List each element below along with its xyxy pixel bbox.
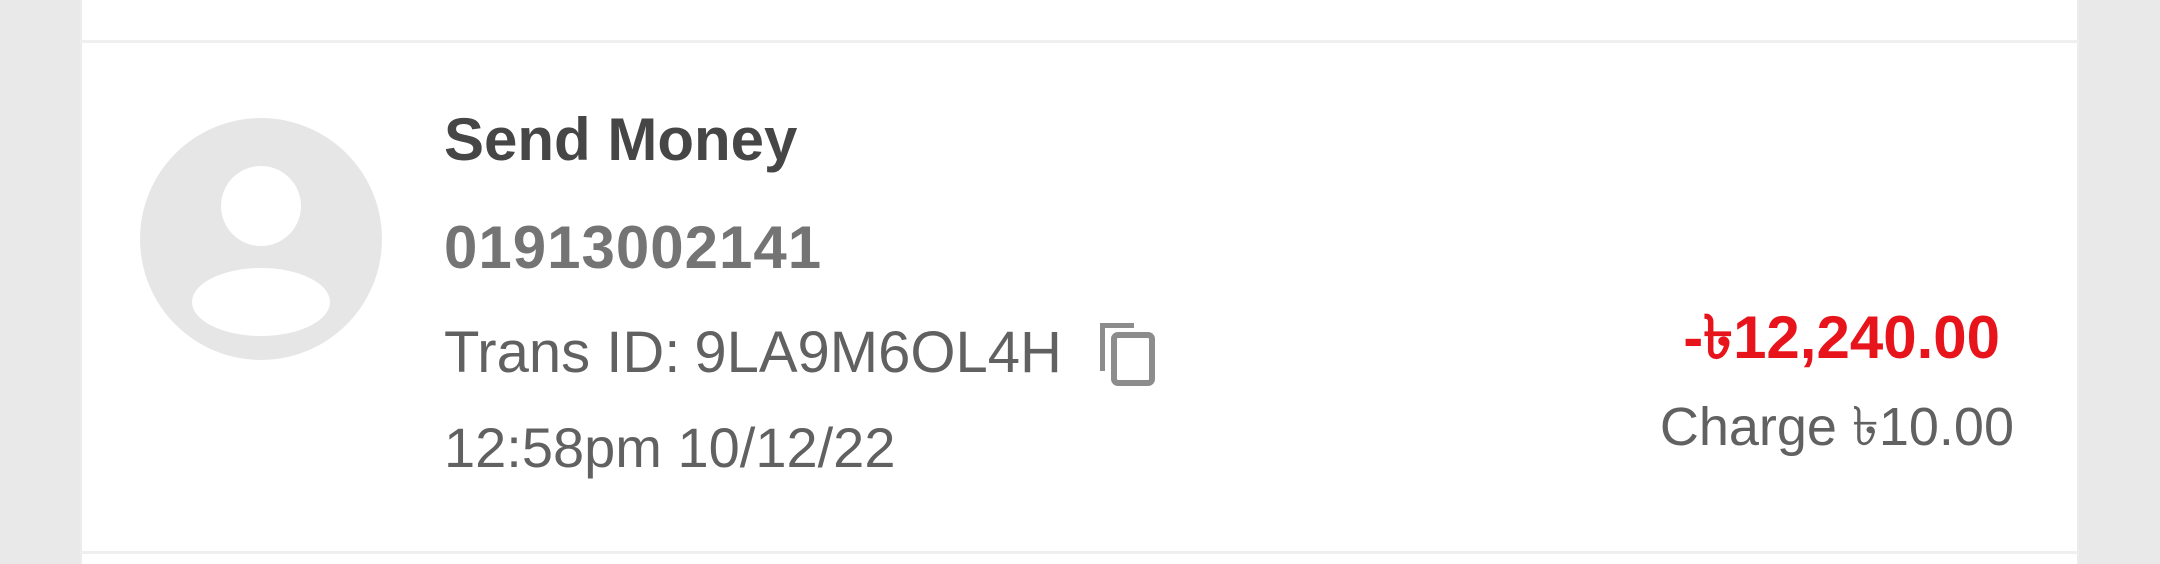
transaction-type-label: Send Money — [444, 106, 798, 173]
transaction-amount: -৳12,240.00 — [1683, 304, 2000, 371]
transaction-id-label: Trans ID: — [444, 320, 681, 385]
list-divider-bottom — [80, 551, 2079, 554]
avatar-head-shape — [221, 166, 301, 246]
list-divider-top — [80, 40, 2079, 43]
transaction-id-row: Trans ID: 9LA9M6OL4H — [444, 318, 1158, 388]
avatar-shoulders-shape — [192, 268, 330, 336]
user-avatar-icon — [140, 118, 382, 360]
transaction-id-value: 9LA9M6OL4H — [694, 320, 1062, 385]
copy-icon[interactable] — [1094, 319, 1158, 387]
recipient-phone-number: 01913002141 — [444, 214, 823, 281]
transaction-list-panel — [80, 0, 2079, 564]
transaction-timestamp: 12:58pm 10/12/22 — [444, 416, 896, 479]
transaction-charge: Charge ৳10.00 — [1659, 397, 2014, 457]
